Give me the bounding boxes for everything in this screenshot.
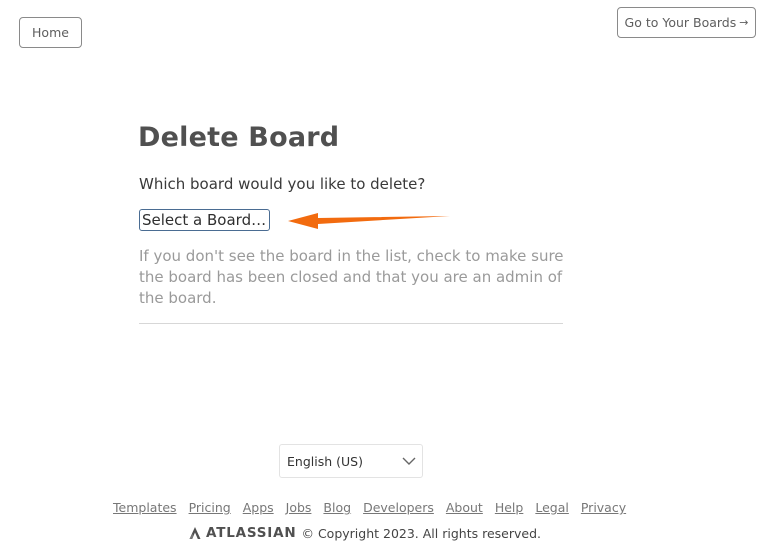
language-select-value: English (US) (287, 453, 363, 469)
footer-link-blog[interactable]: Blog (323, 500, 351, 515)
footer-link-apps[interactable]: Apps (243, 500, 274, 515)
copyright-line: ATLASSIAN © Copyright 2023. All rights r… (188, 525, 541, 541)
page: Home Go to Your Boards → Delete Board Wh… (0, 0, 768, 548)
delete-question: Which board would you like to delete? (139, 175, 426, 193)
copyright-text: © Copyright 2023. All rights reserved. (301, 525, 541, 541)
atlassian-wordmark: ATLASSIAN (206, 525, 297, 541)
language-select[interactable]: English (US) (279, 444, 423, 478)
board-select[interactable]: Select a Board… ⌄ (139, 209, 270, 231)
footer-link-developers[interactable]: Developers (363, 500, 434, 515)
atlassian-icon (189, 527, 201, 539)
board-select-value: Select a Board… (142, 211, 267, 229)
go-to-boards-button[interactable]: Go to Your Boards → (617, 7, 756, 38)
arrow-right-icon: → (739, 16, 749, 29)
footer-link-privacy[interactable]: Privacy (581, 500, 626, 515)
footer-link-pricing[interactable]: Pricing (189, 500, 231, 515)
home-button[interactable]: Home (19, 17, 82, 48)
go-to-boards-label: Go to Your Boards (624, 15, 737, 30)
help-text: If you don't see the board in the list, … (139, 247, 564, 307)
chevron-down-icon: ⌄ (269, 215, 270, 225)
footer-link-help[interactable]: Help (495, 500, 524, 515)
page-title: Delete Board (138, 122, 340, 153)
annotation-arrow-shape (288, 213, 450, 229)
footer-link-jobs[interactable]: Jobs (286, 500, 312, 515)
footer-link-about[interactable]: About (446, 500, 483, 515)
atlassian-logo[interactable]: ATLASSIAN (188, 525, 296, 541)
footer-link-legal[interactable]: Legal (535, 500, 569, 515)
footer-link-templates[interactable]: Templates (113, 500, 177, 515)
chevron-down-icon (402, 457, 416, 465)
divider (139, 323, 563, 324)
footer-links: Templates Pricing Apps Jobs Blog Develop… (113, 500, 626, 515)
home-button-label: Home (32, 25, 69, 40)
